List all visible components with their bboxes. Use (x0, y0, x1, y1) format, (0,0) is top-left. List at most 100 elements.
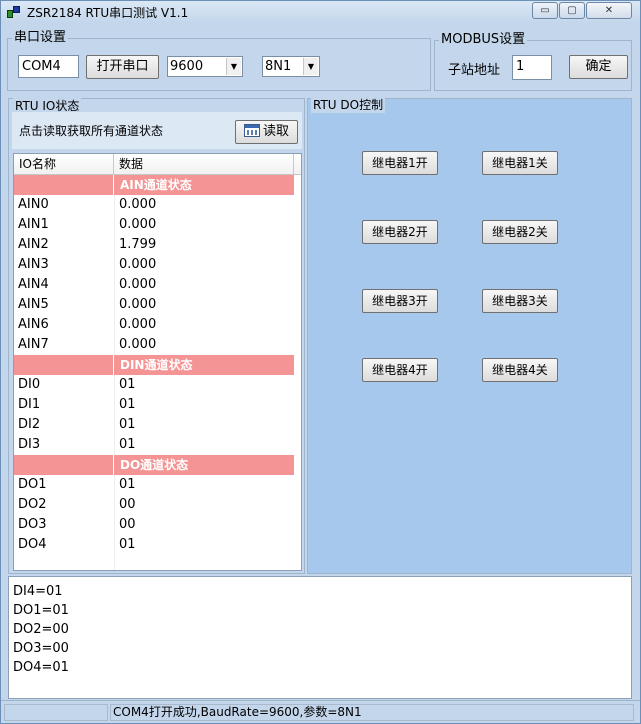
open-port-button[interactable]: 打开串口 (86, 55, 159, 79)
io-value: 01 (119, 377, 136, 392)
list-item[interactable]: AIN5 0.000 (14, 295, 301, 315)
io-name: DO4 (18, 537, 47, 552)
relay-1-on-button[interactable]: 继电器1开 (362, 151, 438, 175)
slave-address-label: 子站地址 (448, 63, 501, 78)
io-value: 0.000 (119, 317, 157, 332)
calendar-icon (243, 124, 260, 137)
app-window: ZSR2184 RTU串口测试 V1.1 ▭ ▢ ✕ 串口设置 COM4 打开串… (0, 0, 641, 724)
chevron-down-icon[interactable]: ▼ (303, 58, 318, 75)
io-value: 0.000 (119, 277, 157, 292)
io-name: DI1 (18, 397, 41, 412)
section-title: DO通道状态 (120, 458, 189, 472)
section-title: AIN通道状态 (120, 178, 192, 192)
relay-4-off-button[interactable]: 继电器4关 (482, 358, 558, 382)
read-hint: 点击读取获取所有通道状态 (19, 124, 164, 138)
status-pane-empty (4, 704, 108, 721)
read-button-label: 读取 (262, 124, 289, 139)
io-name: AIN6 (18, 317, 49, 332)
list-item[interactable]: DO1 01 (14, 475, 301, 495)
params-select[interactable]: 8N1 ▼ (262, 56, 320, 77)
io-value: 01 (119, 477, 136, 492)
section-title: DIN通道状态 (120, 358, 193, 372)
relay-3-off-button[interactable]: 继电器3关 (482, 289, 558, 313)
io-name: DI0 (18, 377, 41, 392)
io-name: AIN3 (18, 257, 49, 272)
slave-address-field[interactable]: 1 (512, 55, 552, 80)
io-name: DI3 (18, 437, 41, 452)
list-item[interactable]: DO2 00 (14, 495, 301, 515)
list-item[interactable]: AIN0 0.000 (14, 195, 301, 215)
list-item[interactable]: DI0 01 (14, 375, 301, 395)
chevron-down-icon[interactable]: ▼ (226, 58, 241, 75)
baud-value: 9600 (170, 59, 204, 74)
io-value: 0.000 (119, 217, 157, 232)
confirm-button[interactable]: 确定 (569, 55, 628, 79)
list-item[interactable]: AIN1 0.000 (14, 215, 301, 235)
io-name: AIN5 (18, 297, 49, 312)
list-item[interactable]: AIN4 0.000 (14, 275, 301, 295)
list-item[interactable]: AIN7 0.000 (14, 335, 301, 355)
list-item[interactable]: AIN2 1.799 (14, 235, 301, 255)
modbus-settings-group: MODBUS设置 子站地址 1 确定 (434, 32, 632, 91)
list-item[interactable]: DI1 01 (14, 395, 301, 415)
column-header-name[interactable]: IO名称 (14, 154, 114, 174)
io-value: 0.000 (119, 297, 157, 312)
io-name: AIN4 (18, 277, 49, 292)
list-item[interactable]: DO3 00 (14, 515, 301, 535)
section-header: DIN通道状态 (14, 355, 294, 375)
relay-2-off-button[interactable]: 继电器2关 (482, 220, 558, 244)
port-field[interactable]: COM4 (18, 55, 79, 78)
io-value: 00 (119, 497, 136, 512)
relay-1-off-button[interactable]: 继电器1关 (482, 151, 558, 175)
minimize-button[interactable]: ▭ (532, 2, 558, 19)
log-line: DO4=01 (13, 660, 69, 675)
io-name: DO2 (18, 497, 47, 512)
list-item[interactable]: DO4 01 (14, 535, 301, 555)
io-value: 1.799 (119, 237, 157, 252)
io-name: DO1 (18, 477, 47, 492)
read-button[interactable]: 读取 (235, 120, 298, 144)
io-value: 0.000 (119, 337, 157, 352)
list-item[interactable]: AIN3 0.000 (14, 255, 301, 275)
io-name: AIN0 (18, 197, 49, 212)
log-line: DI4=01 (13, 584, 63, 599)
list-header: IO名称 数据 (14, 154, 301, 175)
maximize-button[interactable]: ▢ (559, 2, 585, 19)
io-name: DI2 (18, 417, 41, 432)
io-name: DO3 (18, 517, 47, 532)
io-list[interactable]: IO名称 数据 AIN通道状态 AIN0 0.000 AIN1 0.000 AIN2 1.7… (13, 153, 302, 571)
io-value: 01 (119, 437, 136, 452)
log-output[interactable]: DI4=01 DO1=01 DO2=00 DO3=00 DO4=01 (8, 576, 632, 699)
io-value: 01 (119, 417, 136, 432)
io-value: 00 (119, 517, 136, 532)
close-button[interactable]: ✕ (586, 2, 632, 19)
log-line: DO3=00 (13, 641, 69, 656)
io-status-panel: RTU IO状态 点击读取获取所有通道状态 读取 IO名称 数据 AIN通道状态… (8, 98, 305, 574)
list-item[interactable]: AIN6 0.000 (14, 315, 301, 335)
io-value: 0.000 (119, 257, 157, 272)
serial-settings-title: 串口设置 (12, 30, 69, 46)
column-header-data[interactable]: 数据 (114, 154, 294, 174)
modbus-settings-title: MODBUS设置 (439, 32, 528, 48)
do-control-title: RTU DO控制 (311, 97, 386, 113)
relay-3-on-button[interactable]: 继电器3开 (362, 289, 438, 313)
list-item[interactable]: DI3 01 (14, 435, 301, 455)
io-name: AIN1 (18, 217, 49, 232)
window-title: ZSR2184 RTU串口测试 V1.1 (27, 6, 189, 20)
list-item[interactable]: DI2 01 (14, 415, 301, 435)
serial-settings-group: 串口设置 COM4 打开串口 9600 ▼ 8N1 ▼ (7, 30, 431, 91)
io-name: AIN2 (18, 237, 49, 252)
relay-2-on-button[interactable]: 继电器2开 (362, 220, 438, 244)
io-value: 01 (119, 537, 136, 552)
status-bar: COM4打开成功,BaudRate=9600,参数=8N1 (1, 700, 640, 723)
section-header: AIN通道状态 (14, 175, 294, 195)
log-line: DO1=01 (13, 603, 69, 618)
title-bar[interactable]: ZSR2184 RTU串口测试 V1.1 ▭ ▢ ✕ (1, 1, 640, 23)
io-name: AIN7 (18, 337, 49, 352)
section-header: DO通道状态 (14, 455, 294, 475)
do-control-panel: RTU DO控制 继电器1开 继电器1关继电器2开 继电器2关继电器3开 继电器3关继… (307, 97, 632, 574)
status-message: COM4打开成功,BaudRate=9600,参数=8N1 (110, 704, 634, 721)
baud-select[interactable]: 9600 ▼ (167, 56, 243, 77)
log-line: DO2=00 (13, 622, 69, 637)
relay-4-on-button[interactable]: 继电器4开 (362, 358, 438, 382)
